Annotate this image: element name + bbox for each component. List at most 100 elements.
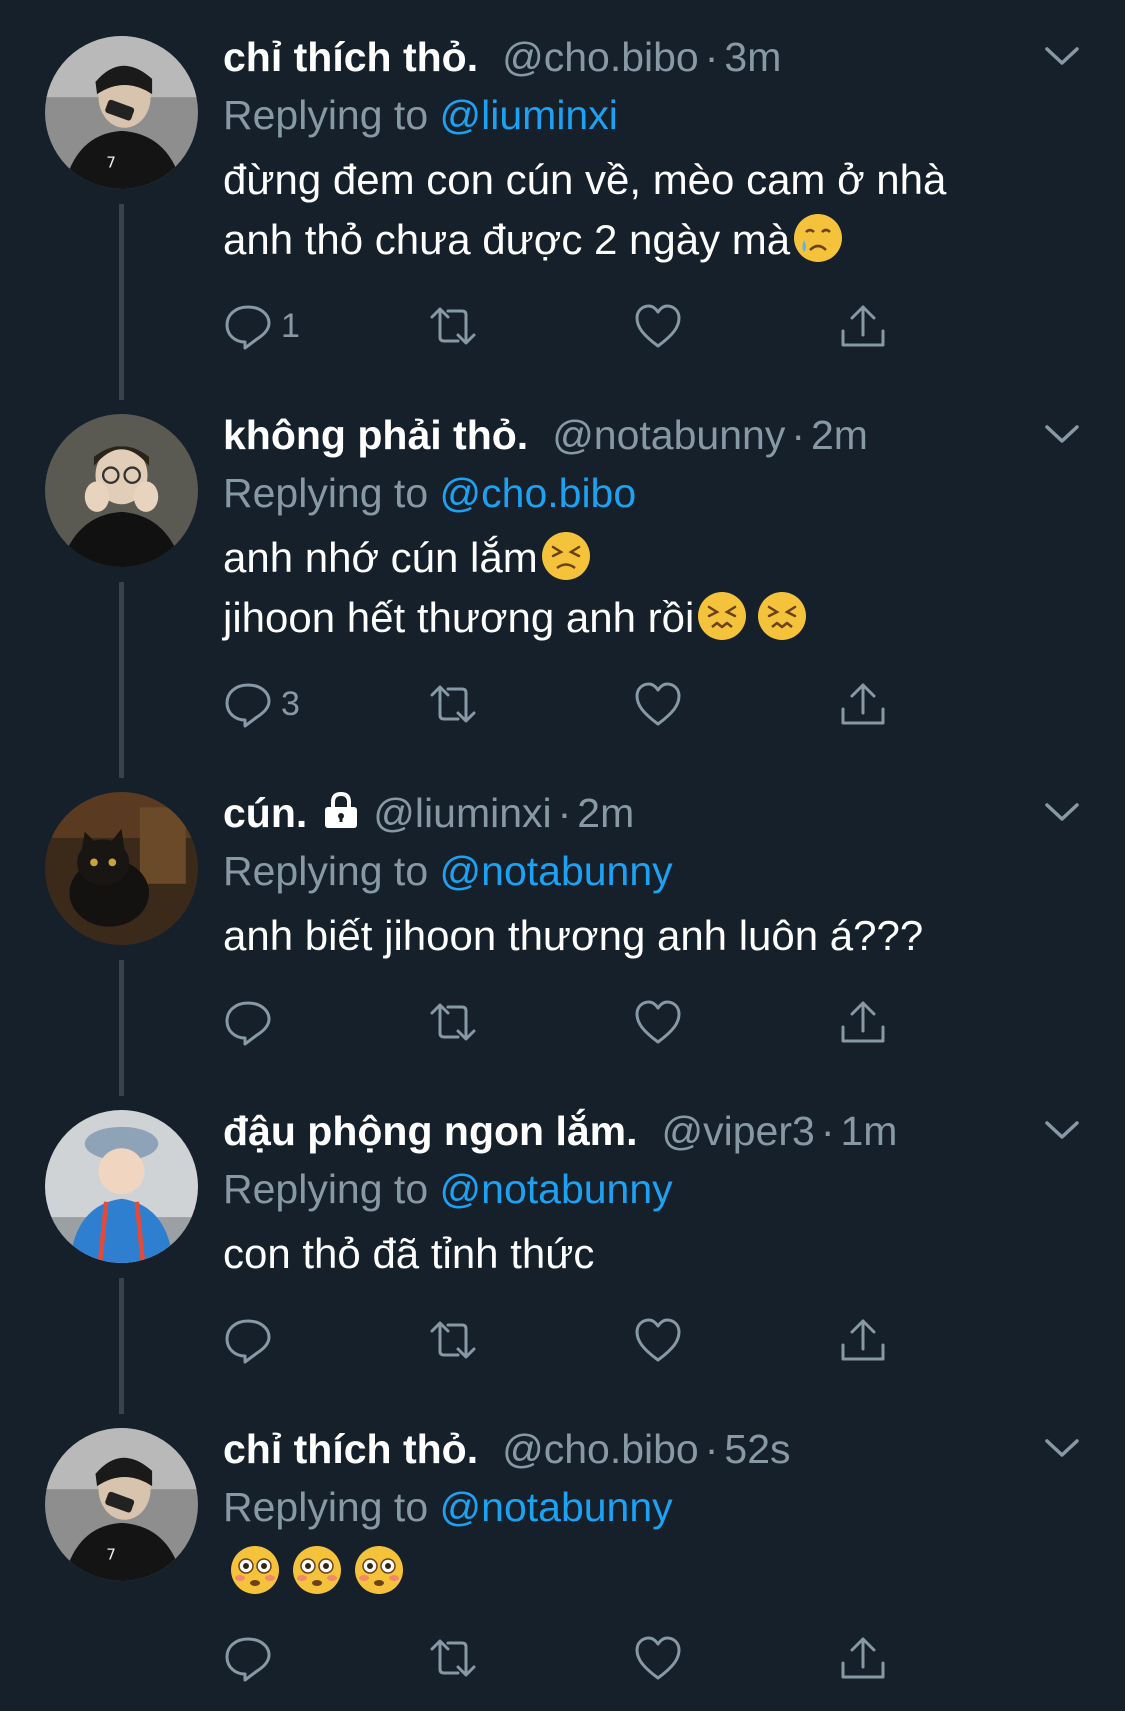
separator-dot: · bbox=[791, 412, 805, 458]
chevron-down-icon[interactable] bbox=[1043, 44, 1081, 68]
avatar[interactable]: 7 bbox=[45, 1428, 198, 1581]
chevron-down-icon[interactable] bbox=[1043, 1118, 1081, 1142]
persevering-face-emoji-icon bbox=[541, 532, 590, 580]
reply-icon bbox=[225, 683, 271, 728]
tweet-text-line: anh thỏ chưa được 2 ngày mà bbox=[223, 216, 791, 263]
chevron-down-icon[interactable] bbox=[1043, 422, 1081, 446]
display-name[interactable]: cún. bbox=[223, 790, 307, 836]
reply-button[interactable]: 1 bbox=[223, 296, 300, 356]
avatar[interactable] bbox=[45, 792, 198, 945]
reply-mention-link[interactable]: @notabunny bbox=[440, 1484, 673, 1530]
tweet-actions: 3 bbox=[223, 674, 923, 734]
tweet-text bbox=[223, 1542, 407, 1602]
like-button[interactable] bbox=[633, 296, 683, 356]
avatar-image bbox=[45, 414, 198, 567]
retweet-button[interactable] bbox=[428, 296, 478, 356]
replying-to: Replying to @notabunny bbox=[223, 1478, 673, 1536]
heart-icon bbox=[635, 682, 681, 726]
heart-icon bbox=[635, 1000, 681, 1044]
flushed-face-emoji-icon bbox=[231, 1546, 279, 1594]
tweet[interactable]: cún. @liuminxi · 2m Replying to @notabunny … bbox=[0, 756, 1125, 1096]
share-button[interactable] bbox=[838, 1628, 888, 1688]
timestamp[interactable]: 1m bbox=[840, 1108, 897, 1154]
tweet-text-line: con thỏ đã tỉnh thức bbox=[223, 1230, 595, 1277]
retweet-button[interactable] bbox=[428, 1310, 478, 1370]
user-handle[interactable]: @notabunny bbox=[552, 412, 785, 458]
reply-icon bbox=[225, 1001, 271, 1046]
share-button[interactable] bbox=[838, 1310, 888, 1370]
tweet-header: đậu phộng ngon lắm. @viper3 · 1m bbox=[223, 1100, 897, 1162]
share-button[interactable] bbox=[838, 674, 888, 734]
like-button[interactable] bbox=[633, 992, 683, 1052]
replying-to: Replying to @liuminxi bbox=[223, 86, 618, 144]
share-button[interactable] bbox=[838, 296, 888, 356]
chevron-down-icon[interactable] bbox=[1043, 1436, 1081, 1460]
reply-mention-link[interactable]: @notabunny bbox=[440, 1166, 673, 1212]
retweet-button[interactable] bbox=[428, 992, 478, 1052]
share-icon bbox=[841, 683, 885, 725]
separator-dot: · bbox=[557, 790, 572, 836]
display-name[interactable]: đậu phộng ngon lắm. bbox=[223, 1108, 638, 1154]
share-icon bbox=[841, 305, 885, 347]
thread-line bbox=[119, 582, 124, 778]
confounded-face-emoji-icon bbox=[698, 592, 747, 640]
tweet-header: không phải thỏ. @notabunny · 2m bbox=[223, 404, 868, 466]
retweet-icon bbox=[430, 1321, 476, 1359]
retweet-button[interactable] bbox=[428, 674, 478, 734]
user-handle[interactable]: @liuminxi bbox=[373, 790, 551, 836]
tweet-text-line: đừng đem con cún về, mèo cam ở nhà bbox=[223, 156, 947, 203]
display-name[interactable]: chỉ thích thỏ. bbox=[223, 1426, 478, 1472]
heart-icon bbox=[635, 304, 681, 348]
tweet-actions bbox=[223, 992, 923, 1052]
tweet-actions bbox=[223, 1310, 923, 1370]
timestamp[interactable]: 2m bbox=[811, 412, 868, 458]
avatar-image: 7 bbox=[45, 1428, 198, 1581]
reply-button[interactable] bbox=[223, 992, 273, 1052]
like-button[interactable] bbox=[633, 1628, 683, 1688]
share-button[interactable] bbox=[838, 992, 888, 1052]
chevron-down-icon[interactable] bbox=[1043, 800, 1081, 824]
avatar[interactable] bbox=[45, 414, 198, 567]
timestamp[interactable]: 3m bbox=[724, 34, 781, 80]
share-icon bbox=[841, 1637, 885, 1679]
tweet[interactable]: 7 chỉ thích thỏ. @cho.bibo · 3m Replying to… bbox=[0, 0, 1125, 400]
separator-dot: · bbox=[704, 1426, 719, 1472]
avatar[interactable] bbox=[45, 1110, 198, 1263]
display-name[interactable]: không phải thỏ. bbox=[223, 412, 528, 458]
user-handle[interactable]: @cho.bibo bbox=[502, 34, 699, 80]
retweet-icon bbox=[430, 1639, 476, 1677]
separator-dot: · bbox=[820, 1108, 835, 1154]
reply-mention-link[interactable]: @liuminxi bbox=[440, 92, 618, 138]
reply-count: 1 bbox=[281, 306, 300, 345]
timestamp[interactable]: 2m bbox=[577, 790, 634, 836]
reply-button[interactable]: 3 bbox=[223, 674, 300, 734]
reply-mention-link[interactable]: @notabunny bbox=[440, 848, 673, 894]
replying-prefix: Replying to bbox=[223, 1166, 429, 1212]
tweet-text: anh nhớ cún lắm jihoon hết thương anh rồ… bbox=[223, 528, 810, 648]
svg-text:7: 7 bbox=[106, 154, 116, 172]
tweet[interactable]: 7 chỉ thích thỏ. @cho.bibo · 52s Replying t… bbox=[0, 1392, 1125, 1711]
user-handle[interactable]: @viper3 bbox=[662, 1108, 815, 1154]
timestamp[interactable]: 52s bbox=[724, 1426, 790, 1472]
reply-mention-link[interactable]: @cho.bibo bbox=[440, 470, 637, 516]
tweet-text: con thỏ đã tỉnh thức bbox=[223, 1224, 594, 1284]
reply-button[interactable] bbox=[223, 1628, 273, 1688]
user-handle[interactable]: @cho.bibo bbox=[502, 1426, 699, 1472]
like-button[interactable] bbox=[633, 1310, 683, 1370]
tweet[interactable]: không phải thỏ. @notabunny · 2m Replying to… bbox=[0, 378, 1125, 778]
replying-to: Replying to @cho.bibo bbox=[223, 464, 636, 522]
retweet-button[interactable] bbox=[428, 1628, 478, 1688]
reply-button[interactable] bbox=[223, 1310, 273, 1370]
tweet[interactable]: đậu phộng ngon lắm. @viper3 · 1m Replying t… bbox=[0, 1074, 1125, 1414]
like-button[interactable] bbox=[633, 674, 683, 734]
share-icon bbox=[841, 1001, 885, 1043]
retweet-icon bbox=[430, 1003, 476, 1041]
replying-prefix: Replying to bbox=[223, 1484, 429, 1530]
heart-icon bbox=[635, 1636, 681, 1680]
confounded-face-emoji-icon bbox=[758, 592, 807, 640]
retweet-icon bbox=[430, 685, 476, 723]
display-name[interactable]: chỉ thích thỏ. bbox=[223, 34, 478, 80]
tweet-header: cún. @liuminxi · 2m bbox=[223, 782, 634, 844]
tweet-actions bbox=[223, 1628, 923, 1688]
avatar[interactable]: 7 bbox=[45, 36, 198, 189]
